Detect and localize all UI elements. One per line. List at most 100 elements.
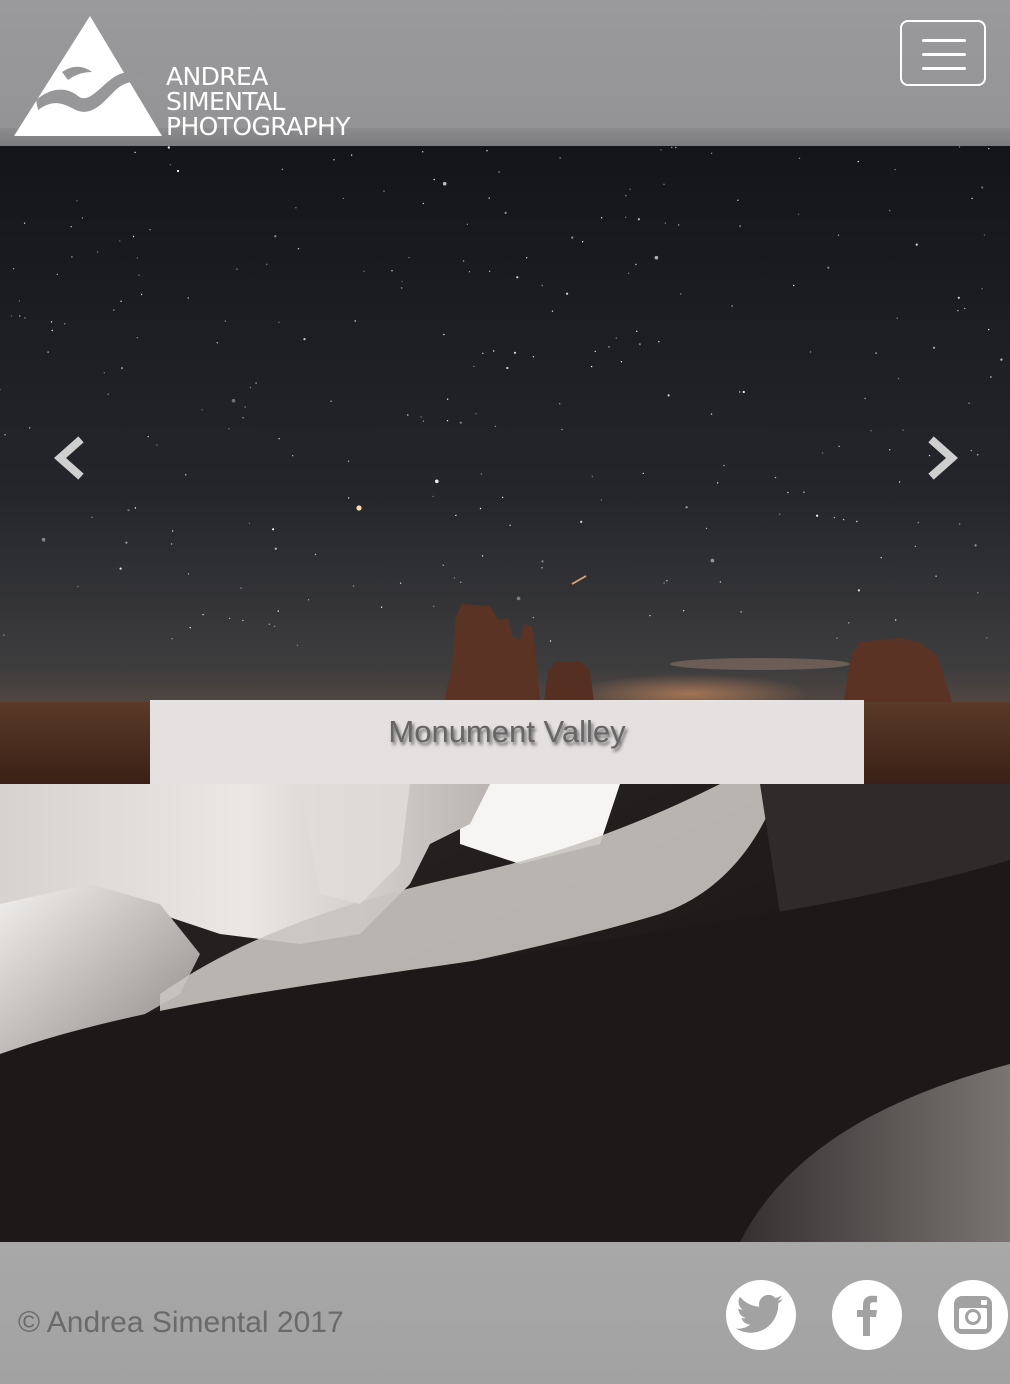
star bbox=[3, 634, 5, 636]
carousel-caption-text: Monument Valley bbox=[388, 714, 626, 749]
star bbox=[917, 521, 919, 524]
star bbox=[513, 351, 517, 354]
star bbox=[629, 188, 631, 190]
star bbox=[971, 197, 973, 200]
star bbox=[559, 157, 561, 159]
star bbox=[526, 257, 528, 259]
star bbox=[797, 213, 800, 215]
star bbox=[462, 260, 465, 262]
star bbox=[125, 541, 128, 544]
star bbox=[47, 351, 49, 353]
star bbox=[798, 157, 801, 159]
bright-star bbox=[356, 505, 362, 511]
star bbox=[642, 472, 644, 475]
star bbox=[649, 614, 651, 617]
star bbox=[408, 256, 410, 259]
star bbox=[380, 606, 383, 608]
star bbox=[981, 288, 983, 290]
star bbox=[663, 582, 665, 584]
star bbox=[70, 226, 72, 228]
mountain-logo-icon bbox=[14, 16, 162, 136]
star bbox=[857, 160, 859, 163]
star bbox=[120, 367, 124, 370]
star bbox=[608, 346, 610, 348]
monument-valley-photo bbox=[0, 146, 1010, 784]
logo-link[interactable]: ANDREA SIMENTAL PHOTOGRAPHY bbox=[0, 0, 380, 146]
star bbox=[680, 293, 682, 295]
site-header: ANDREA SIMENTAL PHOTOGRAPHY bbox=[0, 0, 1010, 146]
star bbox=[56, 273, 58, 276]
star bbox=[244, 406, 246, 408]
star bbox=[516, 276, 519, 279]
star bbox=[273, 625, 276, 627]
star bbox=[488, 197, 490, 199]
star bbox=[468, 271, 471, 273]
star bbox=[400, 287, 403, 289]
star bbox=[216, 342, 218, 344]
star bbox=[740, 611, 742, 613]
facebook-link[interactable] bbox=[832, 1280, 902, 1350]
star bbox=[303, 338, 306, 341]
star bbox=[880, 557, 882, 559]
star bbox=[446, 420, 449, 422]
star bbox=[268, 623, 271, 625]
star bbox=[274, 547, 277, 550]
star bbox=[889, 449, 891, 451]
twitter-link[interactable] bbox=[726, 1280, 796, 1350]
site-footer: © Andrea Simental 2017 bbox=[0, 1242, 1010, 1384]
star bbox=[134, 507, 137, 509]
star bbox=[63, 323, 66, 325]
star bbox=[600, 217, 603, 219]
star bbox=[915, 243, 918, 246]
star bbox=[493, 350, 495, 352]
carousel-next-button[interactable] bbox=[922, 436, 962, 480]
star bbox=[914, 545, 917, 548]
star bbox=[494, 425, 496, 428]
star bbox=[889, 209, 891, 212]
star bbox=[455, 514, 457, 517]
star bbox=[957, 296, 960, 299]
star bbox=[685, 506, 688, 509]
carousel-prev-button[interactable] bbox=[50, 436, 90, 480]
star bbox=[821, 452, 824, 454]
chevron-left-icon bbox=[53, 436, 84, 480]
star bbox=[453, 577, 456, 579]
star bbox=[667, 394, 670, 397]
star bbox=[974, 544, 977, 547]
star bbox=[399, 582, 402, 584]
star bbox=[420, 416, 422, 418]
star bbox=[278, 321, 280, 323]
star bbox=[156, 444, 158, 446]
star bbox=[348, 497, 350, 499]
star bbox=[433, 178, 435, 181]
star bbox=[591, 475, 593, 478]
star bbox=[81, 217, 84, 219]
star bbox=[803, 491, 805, 493]
star bbox=[466, 223, 469, 225]
star bbox=[571, 236, 574, 239]
star bbox=[638, 343, 642, 346]
menu-toggle-button[interactable] bbox=[900, 20, 986, 86]
star bbox=[459, 421, 462, 424]
star bbox=[481, 555, 484, 557]
star bbox=[600, 499, 603, 501]
image-carousel: Monument Valley bbox=[0, 146, 1010, 784]
star bbox=[739, 225, 741, 227]
star bbox=[18, 300, 21, 302]
star bbox=[442, 181, 447, 186]
star bbox=[551, 310, 554, 312]
star bbox=[167, 146, 170, 149]
star bbox=[242, 417, 244, 419]
star bbox=[875, 352, 877, 354]
star bbox=[541, 567, 543, 569]
star bbox=[314, 553, 317, 556]
star bbox=[240, 587, 242, 589]
star bbox=[228, 428, 230, 430]
star bbox=[422, 151, 424, 153]
star bbox=[354, 320, 356, 322]
star bbox=[132, 235, 135, 238]
star bbox=[171, 530, 174, 532]
star bbox=[236, 268, 238, 270]
instagram-link[interactable] bbox=[938, 1280, 1008, 1350]
star bbox=[723, 464, 725, 467]
